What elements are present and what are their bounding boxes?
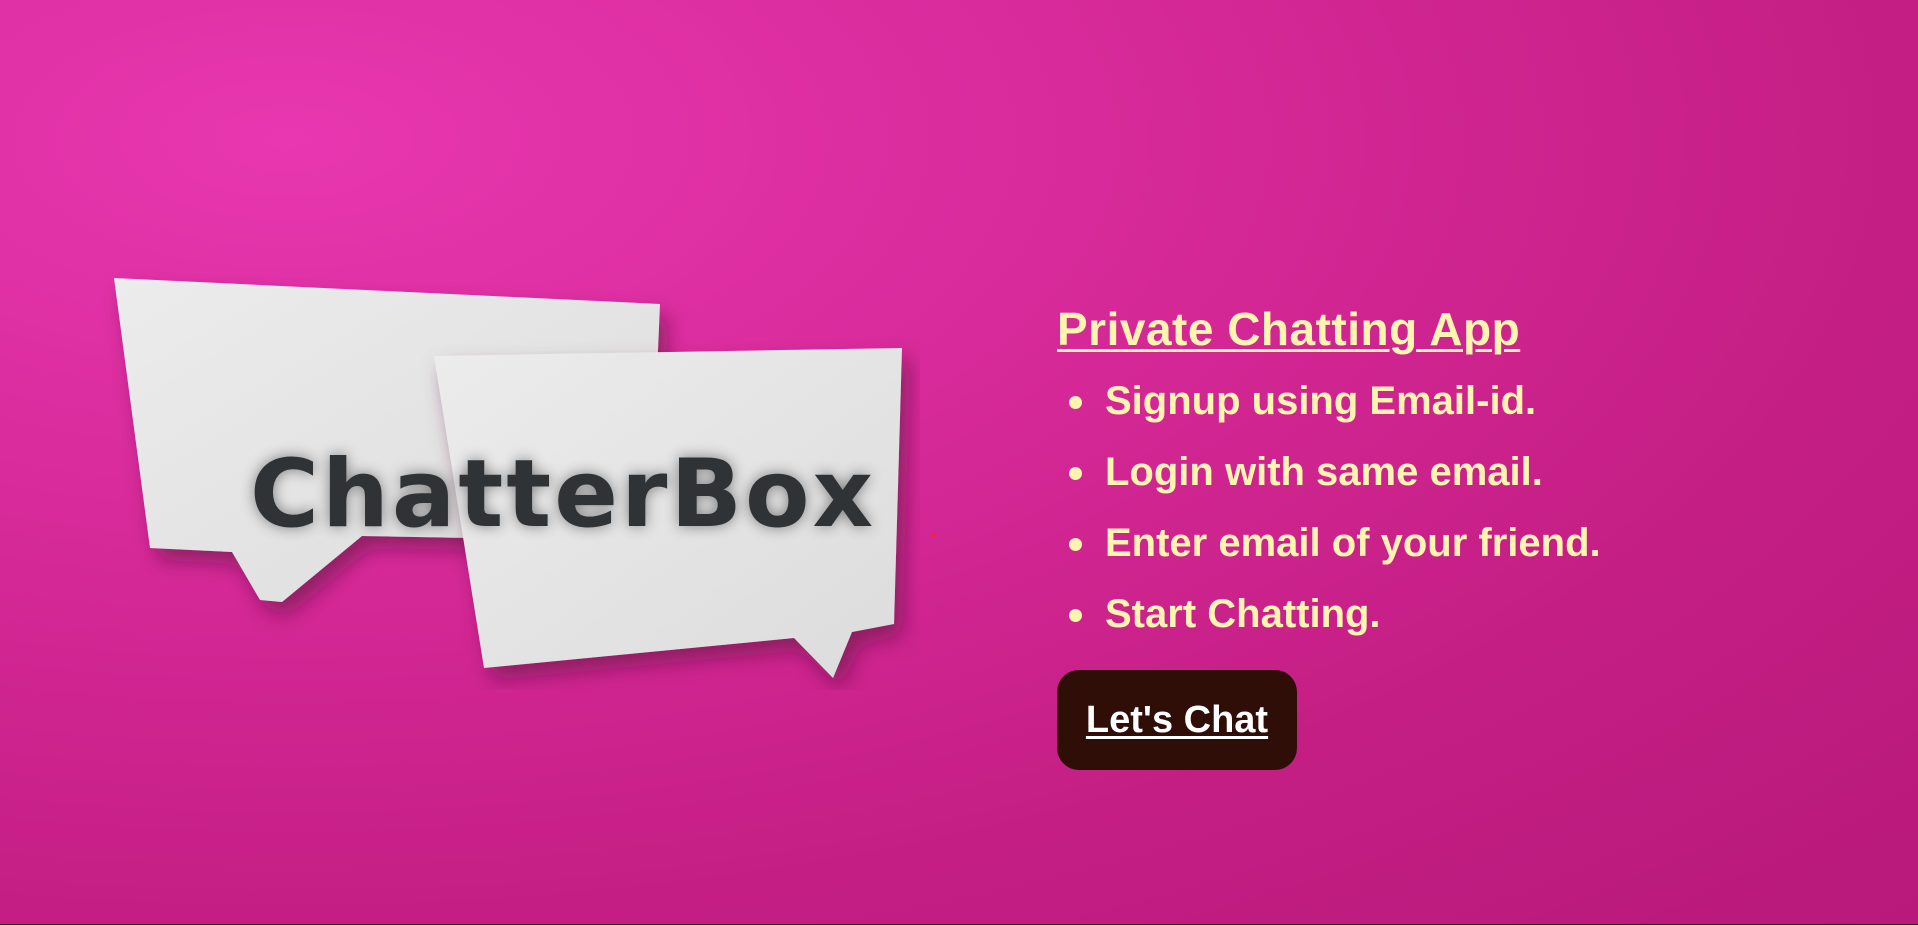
info-panel: Private Chatting App Signup using Email-… [1057,298,1817,770]
speech-bubbles-image: ChatterBox [100,270,920,690]
list-item: Start Chatting. [1057,579,1817,650]
page-title: Private Chatting App [1057,303,1521,355]
red-dot-mark [932,534,935,537]
lets-chat-button[interactable]: Let's Chat [1057,670,1297,770]
step-text: Start Chatting. [1105,592,1381,636]
bullet-dot-icon [1069,609,1082,622]
step-text: Enter email of your friend. [1105,521,1601,565]
list-item: Signup using Email-id. [1057,366,1817,437]
logo-text: ChatterBox [250,440,877,549]
step-text: Login with same email. [1105,450,1543,494]
list-item: Enter email of your friend. [1057,508,1817,579]
bullet-dot-icon [1069,467,1082,480]
list-item: Login with same email. [1057,437,1817,508]
bullet-dot-icon [1069,396,1082,409]
hero-section: ChatterBox Private Chatting App Signup u… [0,0,1918,924]
bullet-dot-icon [1069,538,1082,551]
step-text: Signup using Email-id. [1105,379,1537,423]
steps-list: Signup using Email-id. Login with same e… [1057,366,1817,650]
